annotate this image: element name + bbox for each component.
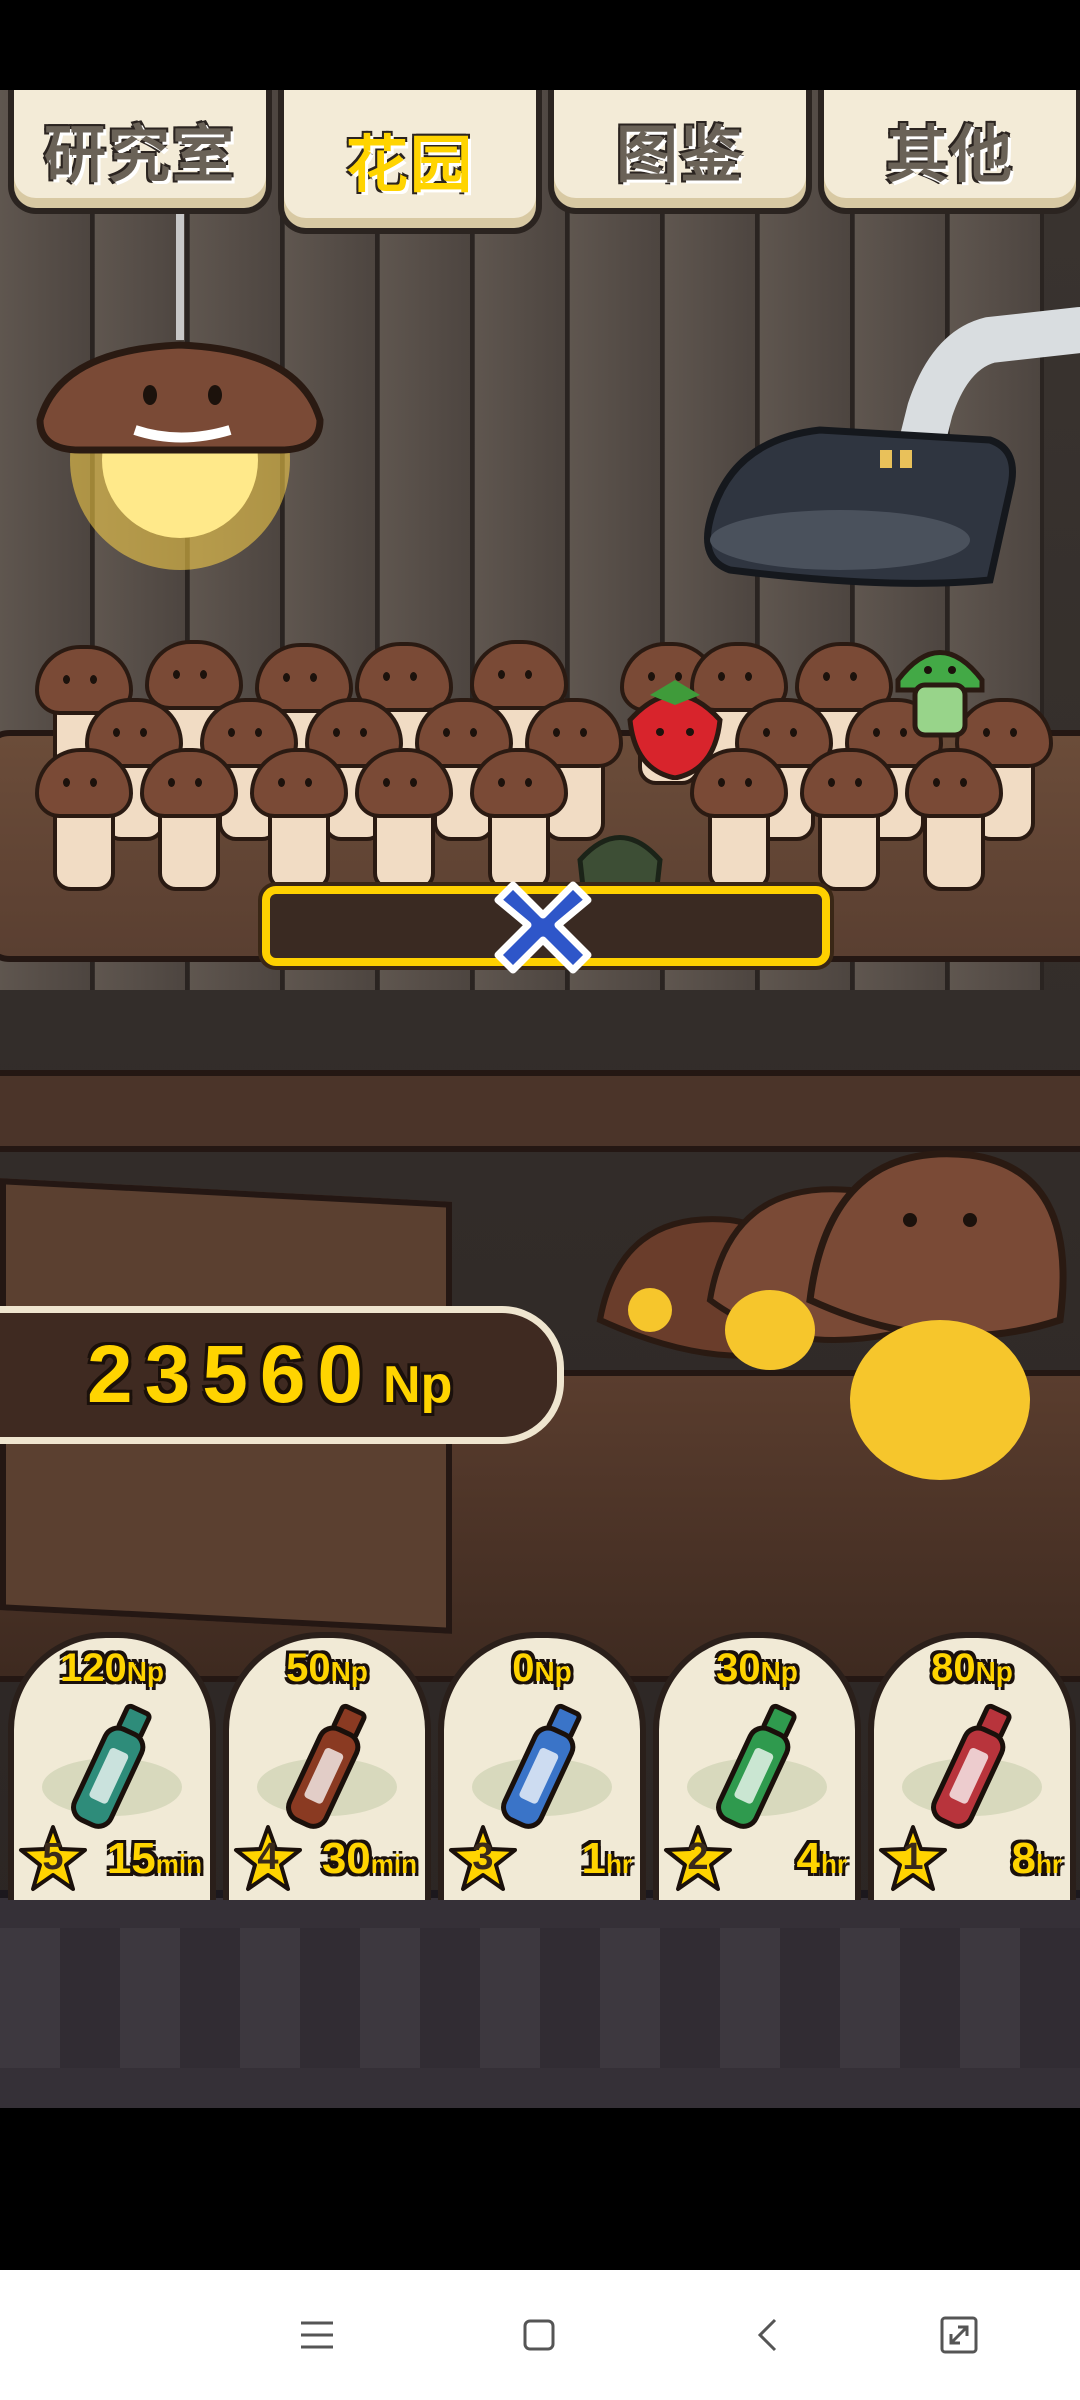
glowing-mushrooms[interactable] (590, 1150, 1080, 1480)
water-sprayer[interactable] (690, 290, 1080, 630)
fertilizer-item-3[interactable]: 0Np 3 1hr (438, 1632, 646, 1900)
fertilizer-item-5[interactable]: 80Np 1 8hr (868, 1632, 1076, 1900)
fullscreen-icon[interactable] (932, 2308, 986, 2362)
back-icon[interactable] (740, 2308, 794, 2362)
item-rank: 1 (902, 1836, 924, 1878)
item-price: 80Np (931, 1646, 1013, 1690)
system-nav-bar (0, 2270, 1080, 2400)
green-mushroom[interactable] (890, 630, 990, 740)
np-value: 23560 (87, 1329, 376, 1420)
item-shelf-base (0, 1890, 1080, 2108)
home-icon[interactable] (512, 2308, 566, 2362)
blue-vial-icon (501, 1703, 582, 1829)
np-counter: 23560 Np (0, 1306, 564, 1444)
item-duration: 1hr (581, 1834, 632, 1883)
tab-lab[interactable]: 研究室 (8, 90, 272, 214)
np-unit: Np (383, 1356, 453, 1414)
close-x-icon[interactable] (488, 870, 598, 980)
menu-icon[interactable] (290, 2308, 344, 2362)
fertilizer-item-1[interactable]: 120Np 5 15min (8, 1632, 216, 1900)
item-duration: 15min (106, 1834, 202, 1883)
item-price: 0Np (512, 1646, 572, 1690)
item-price: 30Np (716, 1646, 798, 1690)
item-duration: 8hr (1011, 1834, 1062, 1883)
red-ampoule-icon (931, 1703, 1012, 1829)
tab-encyclopedia[interactable]: 图鉴 (548, 90, 812, 214)
item-price: 50Np (286, 1646, 368, 1690)
item-rank: 2 (687, 1836, 709, 1878)
lamp-mushroom[interactable] (20, 210, 340, 570)
tab-other[interactable]: 其他 (818, 90, 1080, 214)
green-ampoule-icon (716, 1703, 797, 1829)
fertilizer-item-4[interactable]: 30Np 2 4hr (653, 1632, 861, 1900)
item-duration: 30min (321, 1834, 417, 1883)
item-duration: 4hr (796, 1834, 847, 1883)
strawberry-mushroom[interactable] (620, 670, 730, 780)
tab-garden[interactable]: 花园 (278, 90, 542, 234)
item-rank: 4 (257, 1836, 279, 1878)
brown-vial-icon (286, 1703, 367, 1829)
fertilizer-item-2[interactable]: 50Np 4 30min (223, 1632, 431, 1900)
teal-bottle-icon (71, 1703, 152, 1829)
item-rank: 5 (42, 1836, 64, 1878)
item-rank: 3 (472, 1836, 494, 1878)
item-price: 120Np (59, 1646, 165, 1690)
